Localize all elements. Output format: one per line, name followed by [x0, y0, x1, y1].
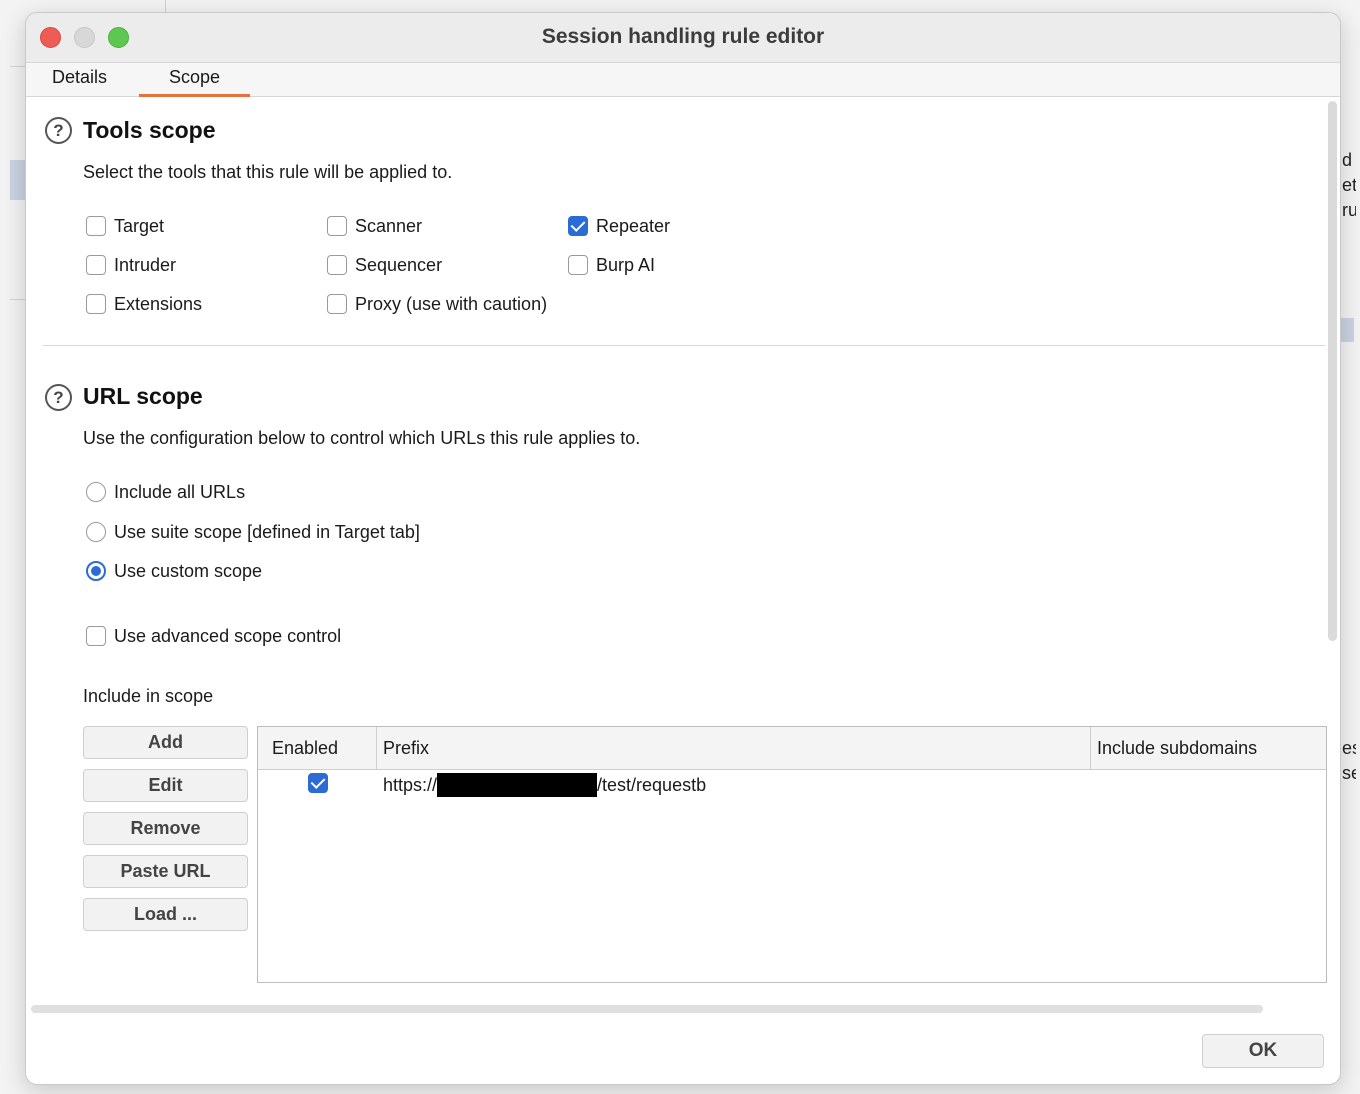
advanced-scope-checkbox[interactable]: Use advanced scope control: [86, 624, 341, 648]
background-text: es: [1342, 738, 1356, 758]
url-scope-description: Use the configuration below to control w…: [83, 428, 641, 448]
checkbox-label: Proxy (use with caution): [355, 293, 548, 314]
radio-label: Use custom scope: [114, 560, 263, 581]
tab-scope[interactable]: Scope: [139, 67, 250, 97]
horizontal-scrollbar[interactable]: [31, 1005, 1263, 1013]
help-icon[interactable]: ?: [45, 384, 72, 411]
checkbox-checked[interactable]: [308, 773, 328, 793]
radio-button-selected[interactable]: [86, 561, 106, 581]
include-scope-table: Enabled Prefix Include subdomains https:…: [257, 726, 1327, 983]
checkbox-label: Sequencer: [355, 254, 443, 275]
radio-include-all-urls[interactable]: Include all URLs: [86, 480, 245, 504]
tool-checkbox-extensions[interactable]: Extensions: [86, 292, 202, 316]
table-header: Enabled Prefix Include subdomains: [258, 727, 1326, 770]
checkbox[interactable]: [86, 626, 106, 646]
background-text: se: [1342, 763, 1356, 783]
column-header-prefix[interactable]: Prefix: [377, 727, 1091, 770]
session-rule-editor-dialog: Session handling rule editor Details Sco…: [25, 12, 1341, 1085]
load-button[interactable]: Load ...: [83, 898, 248, 931]
window-title: Session handling rule editor: [541, 25, 825, 48]
checkbox[interactable]: [327, 216, 347, 236]
radio-label: Include all URLs: [114, 481, 246, 502]
tab-details[interactable]: Details: [52, 67, 107, 94]
tool-checkbox-proxy[interactable]: Proxy (use with caution): [327, 292, 547, 316]
tab-bar: Details Scope: [26, 63, 1340, 97]
checkbox[interactable]: [327, 255, 347, 275]
checkbox[interactable]: [86, 294, 106, 314]
redacted-host: [437, 773, 598, 797]
prefix-start: https://: [383, 775, 438, 795]
background-text: et: [1342, 175, 1356, 195]
remove-button[interactable]: Remove: [83, 812, 248, 845]
vertical-scrollbar[interactable]: [1328, 101, 1337, 641]
tools-scope-title: Tools scope: [83, 117, 216, 143]
tools-scope-description: Select the tools that this rule will be …: [83, 162, 453, 182]
tool-checkbox-intruder[interactable]: Intruder: [86, 253, 176, 277]
checkbox-label: Target: [114, 215, 165, 236]
tool-checkbox-burp-ai[interactable]: Burp AI: [568, 253, 655, 277]
table-row-prefix[interactable]: https:// /test/requestb: [383, 773, 706, 797]
column-header-include-subdomains[interactable]: Include subdomains: [1091, 727, 1328, 770]
url-scope-title: URL scope: [83, 383, 203, 409]
tool-checkbox-scanner[interactable]: Scanner: [327, 214, 422, 238]
radio-label: Use suite scope [defined in Target tab]: [114, 521, 420, 542]
checkbox-label: Intruder: [114, 254, 177, 275]
column-header-enabled[interactable]: Enabled: [258, 727, 377, 770]
checkbox[interactable]: [86, 216, 106, 236]
table-row-enabled[interactable]: [308, 773, 336, 793]
tool-checkbox-target[interactable]: Target: [86, 214, 164, 238]
ok-button[interactable]: OK: [1202, 1034, 1324, 1068]
edit-button[interactable]: Edit: [83, 769, 248, 802]
checkbox-label: Use advanced scope control: [114, 625, 342, 646]
tool-checkbox-repeater[interactable]: Repeater: [568, 214, 670, 238]
title-bar: Session handling rule editor: [26, 13, 1340, 63]
checkbox-checked[interactable]: [568, 216, 588, 236]
section-divider: [43, 345, 1325, 346]
checkbox-label: Extensions: [114, 293, 203, 314]
radio-button[interactable]: [86, 522, 106, 542]
radio-custom-scope[interactable]: Use custom scope: [86, 559, 262, 583]
prefix-end: /test/requestb: [597, 775, 707, 795]
paste-url-button[interactable]: Paste URL: [83, 855, 248, 888]
tool-checkbox-sequencer[interactable]: Sequencer: [327, 253, 442, 277]
checkbox[interactable]: [568, 255, 588, 275]
checkbox-label: Scanner: [355, 215, 423, 236]
radio-suite-scope[interactable]: Use suite scope [defined in Target tab]: [86, 520, 420, 544]
background-text: ru: [1342, 200, 1356, 220]
include-in-scope-label: Include in scope: [83, 686, 214, 706]
checkbox[interactable]: [327, 294, 347, 314]
checkbox-label: Repeater: [596, 215, 671, 236]
checkbox-label: Burp AI: [596, 254, 656, 275]
radio-button[interactable]: [86, 482, 106, 502]
background-text: d s: [1342, 150, 1356, 170]
background-selection: [1340, 318, 1354, 342]
checkbox[interactable]: [86, 255, 106, 275]
background-selection: [10, 160, 26, 200]
help-icon[interactable]: ?: [45, 117, 72, 144]
background-divider: [165, 0, 166, 12]
add-button[interactable]: Add: [83, 726, 248, 759]
scope-panel: ? Tools scope Select the tools that this…: [26, 98, 1327, 1008]
